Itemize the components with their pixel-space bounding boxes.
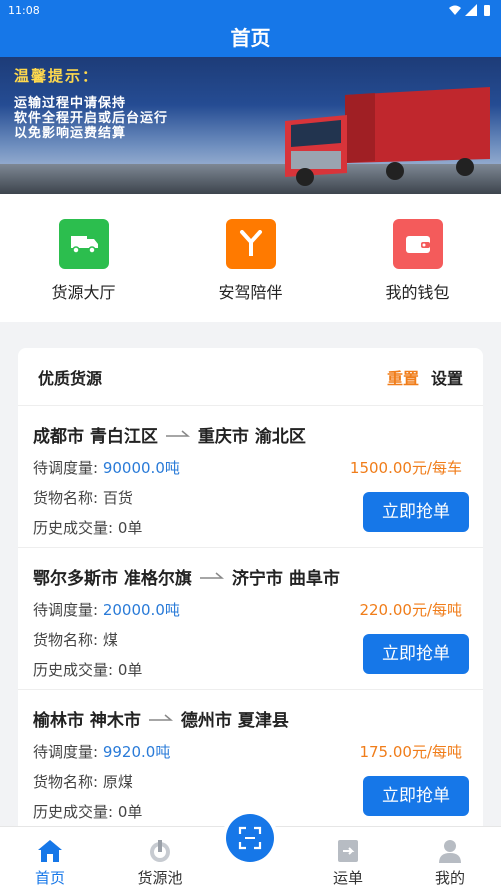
price-value: 1500.00元/每车 (349, 459, 462, 477)
history-value: 0单 (117, 803, 143, 821)
qty-row: 待调度量: 90000.0吨 1500.00元/每车 (33, 453, 468, 483)
goods-value: 原煤 (102, 773, 133, 791)
tab-waybill[interactable]: 运单 (298, 827, 398, 891)
cargo-item[interactable]: 榆林市 神木市 德州市 夏津县 待调度量: 9920.0吨 175.00元/每吨… (18, 690, 483, 832)
route-from: 鄂尔多斯市 准格尔旗 (33, 568, 192, 589)
route-to: 德州市 夏津县 (180, 710, 289, 731)
card-actions: 重置 设置 (387, 365, 463, 389)
grab-order-button[interactable]: 立即抢单 (363, 776, 469, 816)
history-label: 历史成交量: (33, 803, 114, 821)
route-from: 榆林市 神木市 (33, 710, 141, 731)
arrow-icon (199, 572, 224, 579)
qty-value: 90000.0吨 (102, 459, 180, 477)
signal-icon (465, 4, 477, 16)
tab-label: 货源池 (137, 869, 183, 887)
banner-notice: 温馨提示： 运输过程中请保持 软件全程开启或后台运行 以免影响运费结算 (14, 65, 168, 141)
quick-item-cargo-hall[interactable]: 货源大厅 (0, 194, 167, 322)
tab-home[interactable]: 首页 (0, 827, 100, 891)
goods-value: 百货 (102, 489, 133, 507)
goods-label: 货物名称: (33, 773, 99, 791)
goods-label: 货物名称: (33, 631, 99, 649)
card-title: 优质货源 (38, 368, 103, 388)
cargo-item[interactable]: 成都市 青白江区 重庆市 渝北区 待调度量: 90000.0吨 1500.00元… (18, 406, 483, 548)
waybill-icon (338, 840, 358, 862)
route: 成都市 青白江区 重庆市 渝北区 (33, 423, 468, 447)
notice-line: 运输过程中请保持 (14, 96, 127, 111)
price-value: 220.00元/每吨 (359, 601, 462, 619)
history-label: 历史成交量: (33, 661, 114, 679)
card-header: 优质货源 重置 设置 (18, 348, 483, 406)
qty-row: 待调度量: 20000.0吨 220.00元/每吨 (33, 595, 468, 625)
route: 鄂尔多斯市 准格尔旗 济宁市 曲阜市 (33, 565, 468, 589)
cargo-list-card: 优质货源 重置 设置 成都市 青白江区 重庆市 渝北区 待调度量: 90000.… (18, 348, 483, 848)
top-bar: 11:08 首页 (0, 0, 501, 57)
route-from: 成都市 青白江区 (33, 426, 158, 447)
grab-order-button[interactable]: 立即抢单 (363, 634, 469, 674)
notice-title: 温馨提示： (14, 67, 100, 85)
settings-button[interactable]: 设置 (431, 365, 463, 389)
quick-item-safe-driving[interactable]: 安驾陪伴 (167, 194, 334, 322)
promo-banner[interactable]: 温馨提示： 运输过程中请保持 软件全程开启或后台运行 以免影响运费结算 (0, 57, 501, 194)
route: 榆林市 神木市 德州市 夏津县 (33, 707, 468, 731)
goods-label: 货物名称: (33, 489, 99, 507)
qty-value: 9920.0吨 (102, 743, 171, 761)
cargo-item[interactable]: 鄂尔多斯市 准格尔旗 济宁市 曲阜市 待调度量: 20000.0吨 220.00… (18, 548, 483, 690)
quick-item-label: 安驾陪伴 (218, 283, 283, 302)
tab-label: 我的 (434, 869, 465, 887)
status-time: 11:08 (8, 3, 40, 17)
tab-mine[interactable]: 我的 (400, 827, 500, 891)
history-label: 历史成交量: (33, 519, 114, 537)
quick-item-label: 我的钱包 (385, 283, 450, 302)
history-value: 0单 (117, 661, 143, 679)
quick-menu: 货源大厅 安驾陪伴 我的钱包 (0, 194, 501, 322)
route-to: 重庆市 渝北区 (197, 426, 306, 447)
qty-value: 20000.0吨 (102, 601, 180, 619)
power-icon (150, 840, 170, 862)
user-icon (439, 840, 461, 863)
status-bar: 11:08 (0, 0, 501, 20)
scan-button[interactable] (226, 814, 274, 862)
tab-cargo-pool[interactable]: 货源池 (110, 827, 210, 891)
qty-row: 待调度量: 9920.0吨 175.00元/每吨 (33, 737, 468, 767)
qty-label: 待调度量: (33, 601, 99, 619)
system-icons (449, 4, 493, 16)
battery-icon (484, 5, 490, 16)
price-value: 175.00元/每吨 (359, 743, 462, 761)
grab-order-button[interactable]: 立即抢单 (363, 492, 469, 532)
home-icon (38, 840, 62, 862)
tab-label: 首页 (34, 869, 65, 887)
arrow-icon (148, 714, 173, 721)
arrow-icon (165, 430, 190, 437)
wifi-icon (449, 5, 461, 15)
notice-line: 以免影响运费结算 (14, 126, 127, 141)
reset-button[interactable]: 重置 (387, 365, 419, 389)
wallet-icon (392, 219, 443, 269)
route-to: 济宁市 曲阜市 (231, 568, 340, 589)
page-title: 首页 (230, 26, 271, 50)
notice-line: 软件全程开启或后台运行 (14, 111, 169, 126)
history-value: 0单 (117, 519, 143, 537)
qty-label: 待调度量: (33, 459, 99, 477)
tab-label: 运单 (332, 869, 363, 887)
road-fork-icon (225, 219, 276, 269)
goods-value: 煤 (102, 631, 118, 649)
quick-item-label: 货源大厅 (51, 283, 116, 302)
truck-icon (58, 219, 109, 269)
quick-item-wallet[interactable]: 我的钱包 (334, 194, 501, 322)
truck-image (285, 87, 490, 186)
scan-icon (238, 826, 262, 850)
qty-label: 待调度量: (33, 743, 99, 761)
